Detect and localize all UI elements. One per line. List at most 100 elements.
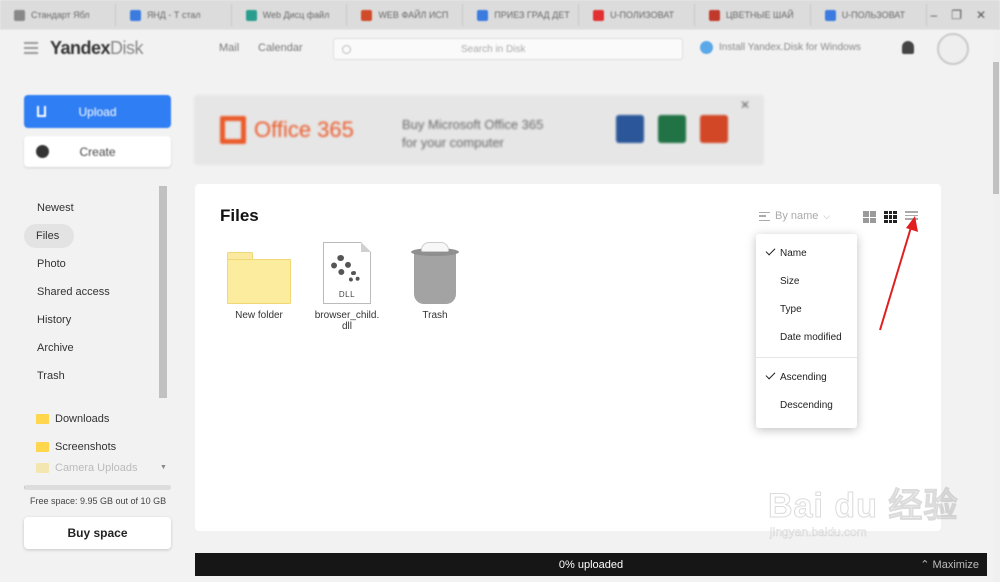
- folder-icon: [36, 414, 49, 424]
- chevron-down-icon: ⌵: [823, 210, 831, 221]
- minimize-icon[interactable]: –: [931, 8, 938, 22]
- browser-tab[interactable]: ПРИЕЗ ГРАД ДЕТ: [467, 4, 580, 26]
- buy-space-button[interactable]: Buy space: [24, 517, 171, 549]
- ad-text: Buy Microsoft Office 365 for your comput…: [402, 117, 544, 150]
- sidebar-item-trash[interactable]: Trash: [24, 362, 164, 390]
- sidebar-folder-camera-uploads[interactable]: Camera Uploads: [36, 461, 156, 475]
- close-icon[interactable]: ✕: [976, 8, 986, 22]
- office-logo-icon: [220, 116, 246, 144]
- user-avatar[interactable]: [937, 33, 969, 65]
- sidebar-item-photo[interactable]: Photo: [24, 250, 164, 278]
- sidebar-item-files[interactable]: Files: [24, 224, 74, 248]
- upload-status-text: 0% uploaded: [558, 558, 624, 571]
- trash-bin-icon: [411, 242, 459, 304]
- app-header: YandexDisk Mail Calendar Search in Disk …: [0, 30, 996, 70]
- yandex-disk-logo[interactable]: YandexDisk: [50, 38, 144, 59]
- gear-icon: [348, 271, 360, 283]
- sort-order-ascending[interactable]: Ascending: [756, 363, 857, 391]
- browser-tab[interactable]: ЯНД - Т стал: [120, 4, 232, 26]
- file-name: browser_child. dll: [314, 310, 380, 332]
- check-icon: [765, 369, 776, 380]
- upload-status-bar: 0% uploaded ⌃ Maximize: [195, 553, 987, 576]
- file-item-new-folder[interactable]: New folder: [219, 242, 299, 321]
- sort-option-date-modified[interactable]: Date modified: [756, 323, 857, 351]
- scroll-down-arrow-icon[interactable]: ▼: [160, 464, 167, 471]
- browser-tab[interactable]: Стандарт Ябл: [4, 4, 116, 26]
- annotation-arrow: [879, 216, 918, 331]
- folder-icon: [36, 463, 49, 473]
- sidebar-item-history[interactable]: History: [24, 306, 164, 334]
- browser-tab[interactable]: ЦВЕТНЫЕ ШАЙ: [699, 4, 811, 26]
- sidebar-folder-downloads[interactable]: Downloads: [36, 405, 156, 433]
- browser-tab[interactable]: U-ПОЛИЗОВАТ: [583, 4, 695, 26]
- storage-quota-bar: [24, 485, 171, 490]
- word-icon: [616, 115, 644, 143]
- create-button[interactable]: Create: [24, 136, 171, 167]
- sidebar-folder-list: Downloads Screenshots Camera Uploads: [36, 405, 156, 475]
- file-item-browser-child-dll[interactable]: DLL browser_child. dll: [307, 242, 387, 332]
- check-icon: [765, 245, 776, 256]
- gear-icon: [331, 255, 351, 275]
- plus-icon: [36, 145, 49, 158]
- file-type-badge: DLL: [338, 290, 356, 299]
- page-title: Files: [220, 206, 259, 225]
- favicon-icon: [245, 9, 257, 21]
- sidebar-scrollbar[interactable]: ▼: [159, 186, 167, 472]
- dll-file-icon: DLL: [323, 242, 371, 304]
- menu-divider: [756, 357, 857, 358]
- folder-icon: [227, 252, 291, 304]
- file-name: New folder: [235, 310, 283, 321]
- storage-quota-fill: [24, 485, 25, 490]
- upload-button[interactable]: Upload: [24, 95, 171, 128]
- sidebar-nav: Newest Files Photo Shared access History…: [24, 194, 164, 390]
- sidebar-item-newest[interactable]: Newest: [24, 194, 164, 222]
- notifications-bell-icon[interactable]: [902, 41, 914, 54]
- favicon-icon: [593, 9, 605, 21]
- sort-option-type[interactable]: Type: [756, 295, 857, 323]
- sidebar-item-shared-access[interactable]: Shared access: [24, 278, 164, 306]
- favicon-icon: [824, 9, 836, 21]
- powerpoint-icon: [700, 115, 728, 143]
- office-apps: [616, 115, 728, 143]
- maximize-upload-button[interactable]: ⌃ Maximize: [920, 558, 979, 571]
- excel-icon: [658, 115, 686, 143]
- browser-tab[interactable]: WEB ФАЙЛ ИСП: [351, 4, 464, 26]
- folder-icon: [36, 442, 49, 452]
- disk-app-icon: [700, 41, 713, 54]
- page-scrollbar[interactable]: [993, 30, 1000, 582]
- upload-icon: [37, 106, 46, 117]
- page-scroll-thumb[interactable]: [993, 62, 999, 194]
- sort-option-size[interactable]: Size: [756, 267, 857, 295]
- file-item-trash[interactable]: Trash: [395, 242, 475, 321]
- sidebar-folder-screenshots[interactable]: Screenshots: [36, 433, 156, 461]
- sidebar-item-archive[interactable]: Archive: [24, 334, 164, 362]
- free-space-text: Free space: 9.95 GB out of 10 GB: [30, 496, 167, 506]
- sort-icon: [759, 211, 770, 221]
- search-placeholder: Search in Disk: [461, 43, 526, 55]
- favicon-icon: [361, 9, 373, 21]
- file-name: Trash: [422, 310, 448, 321]
- browser-tab-strip: Стандарт Ябл ЯНД - Т стал Web Дисц файл …: [0, 0, 1000, 30]
- mail-link[interactable]: Mail: [219, 42, 239, 54]
- browser-tab[interactable]: Web Дисц файл: [236, 4, 348, 26]
- search-input[interactable]: Search in Disk: [333, 38, 683, 60]
- sort-menu: Name Size Type Date modified Ascending D…: [756, 234, 857, 428]
- sidebar-scroll-thumb[interactable]: [159, 186, 167, 398]
- install-promo-link[interactable]: Install Yandex.Disk for Windows: [700, 41, 861, 54]
- office365-logo: Office 365: [220, 116, 354, 144]
- close-ad-icon[interactable]: ✕: [740, 98, 750, 112]
- search-icon: [342, 44, 351, 54]
- window-controls: – ❐ ✕: [931, 8, 1000, 22]
- favicon-icon: [129, 9, 141, 21]
- maximize-icon[interactable]: ❐: [951, 8, 962, 22]
- sort-option-name[interactable]: Name: [756, 239, 857, 267]
- favicon-icon: [477, 9, 489, 21]
- favicon-icon: [14, 9, 25, 21]
- menu-icon[interactable]: [24, 42, 38, 54]
- browser-tab[interactable]: U-ПОЛЬЗОВАТ: [815, 4, 927, 26]
- sort-dropdown-button[interactable]: By name ⌵: [759, 210, 830, 222]
- calendar-link[interactable]: Calendar: [258, 42, 303, 54]
- office365-ad-banner[interactable]: Office 365 Buy Microsoft Office 365 for …: [194, 95, 764, 165]
- favicon-icon: [708, 9, 720, 21]
- sort-order-descending[interactable]: Descending: [756, 391, 857, 419]
